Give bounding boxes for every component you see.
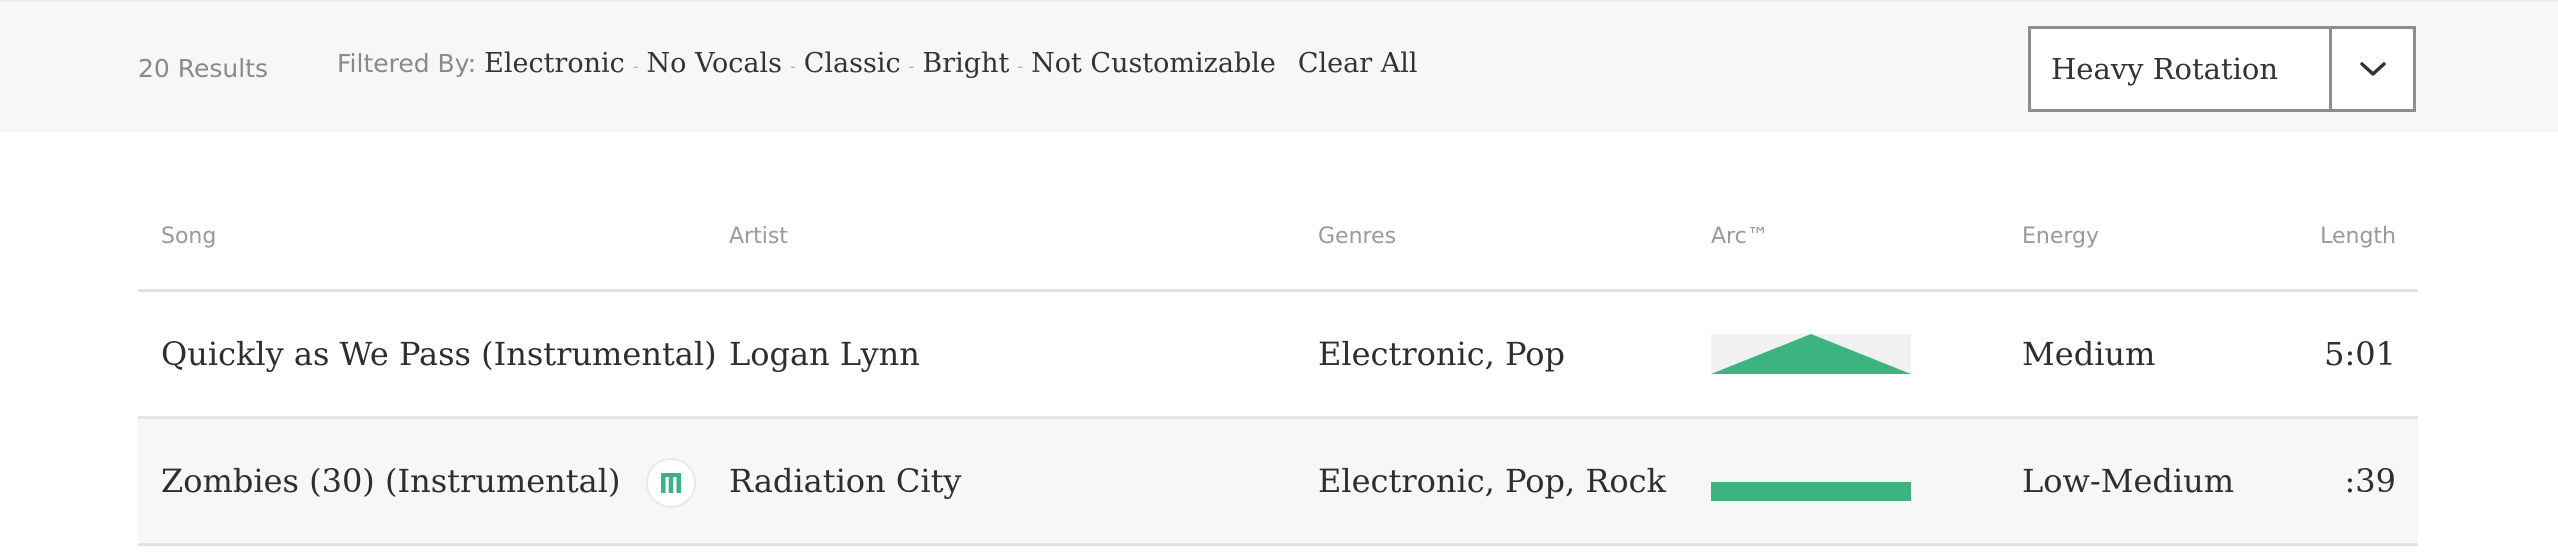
song-table: Song Artist Genres Arc™ Energy Length Qu… [138, 200, 2418, 546]
track-length: 5:01 [2324, 335, 2396, 373]
energy-level: Low-Medium [2022, 462, 2235, 500]
arc-peak-icon [1711, 334, 1911, 374]
sort-dropdown-toggle[interactable] [2329, 29, 2413, 109]
filter-separator: - [789, 57, 796, 76]
filter-chip-electronic[interactable]: Electronic [484, 48, 625, 79]
track-length: :39 [2344, 462, 2397, 500]
table-row[interactable]: Quickly as We Pass (Instrumental) Logan … [138, 292, 2418, 419]
genres: Electronic, Pop [1318, 335, 1565, 373]
active-filters: Filtered By: Electronic - No Vocals - Cl… [337, 48, 1418, 88]
filter-label: Filtered By: [337, 49, 477, 78]
column-header-energy[interactable]: Energy [2022, 224, 2099, 249]
arc-graph [1711, 461, 1911, 501]
arc-cell [1711, 419, 1911, 543]
filter-chip-not-customizable[interactable]: Not Customizable [1031, 48, 1276, 79]
sort-dropdown[interactable]: Heavy Rotation [2028, 26, 2416, 112]
filter-chip-no-vocals[interactable]: No Vocals [647, 48, 782, 79]
energy-level: Medium [2022, 335, 2156, 373]
arc-cell [1711, 292, 1911, 416]
filter-separator: - [632, 57, 639, 76]
table-row[interactable]: Zombies (30) (Instrumental) Radiation Ci… [138, 419, 2418, 546]
column-header-arc[interactable]: Arc™ [1711, 224, 1769, 249]
column-header-genres[interactable]: Genres [1318, 224, 1396, 249]
artist-name[interactable]: Logan Lynn [729, 292, 920, 416]
filter-separator: - [1017, 57, 1024, 76]
chevron-down-icon [2359, 62, 2386, 76]
column-header-length[interactable]: Length [2320, 224, 2396, 249]
sort-selected-value: Heavy Rotation [2051, 52, 2279, 86]
results-toolbar: 20 Results Filtered By: Electronic - No … [0, 0, 2558, 132]
clear-all-button[interactable]: Clear All [1298, 48, 1418, 79]
column-header-song[interactable]: Song [161, 224, 216, 249]
song-title[interactable]: Quickly as We Pass (Instrumental) [161, 292, 717, 416]
genres: Electronic, Pop, Rock [1318, 462, 1666, 500]
filter-chip-bright[interactable]: Bright [922, 48, 1009, 79]
arc-graph [1711, 334, 1911, 374]
artist-name[interactable]: Radiation City [729, 419, 962, 543]
filter-separator: - [908, 57, 915, 76]
table-header: Song Artist Genres Arc™ Energy Length [138, 200, 2418, 292]
filter-chip-classic[interactable]: Classic [804, 48, 901, 79]
song-title[interactable]: Zombies (30) (Instrumental) [161, 419, 620, 543]
column-header-artist[interactable]: Artist [729, 224, 788, 249]
marmoset-logo-icon [646, 458, 696, 508]
arc-flat-icon [1711, 482, 1911, 501]
results-count: 20 Results [138, 54, 269, 83]
